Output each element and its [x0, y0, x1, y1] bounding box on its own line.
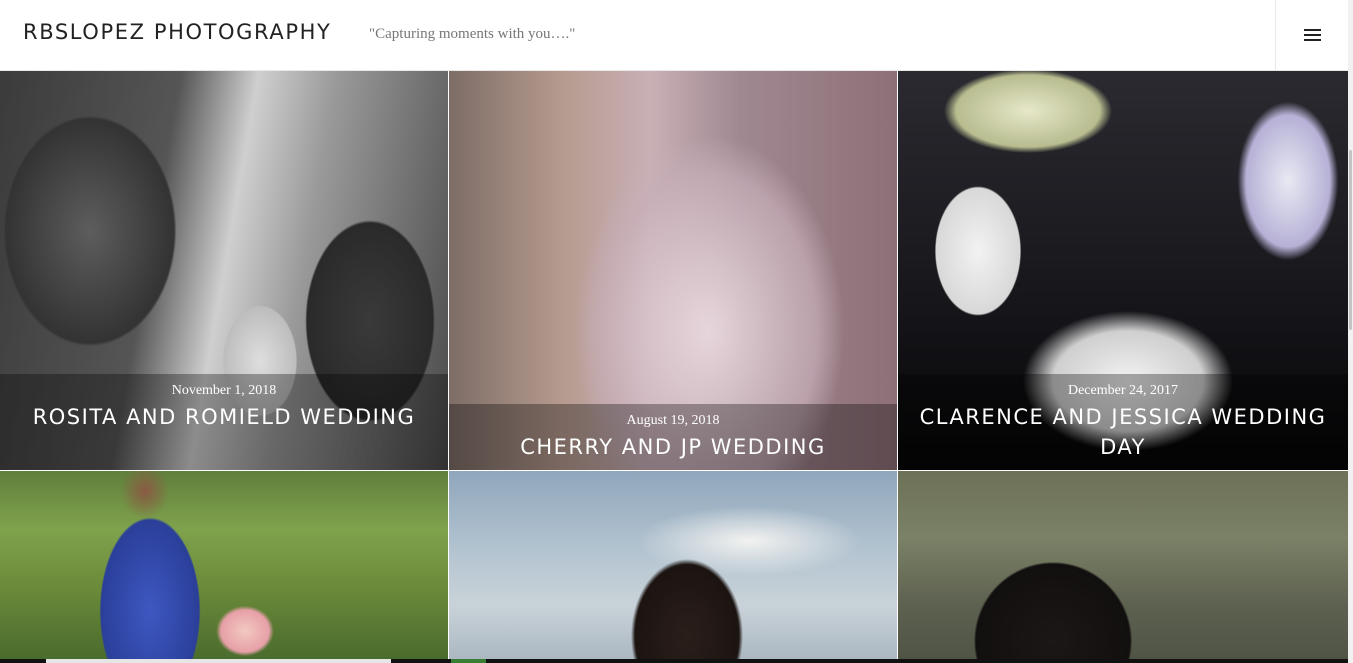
post-tile-rosita-romield[interactable]: November 1, 2018 ROSITA AND ROMIELD WEDD… — [0, 71, 448, 470]
post-tile-6[interactable] — [898, 471, 1348, 663]
menu-button[interactable] — [1275, 0, 1348, 70]
site-title[interactable]: RBSLOPEZ PHOTOGRAPHY — [23, 20, 331, 44]
scrollbar-thumb[interactable] — [1349, 150, 1352, 330]
post-title[interactable]: ROSITA AND ROMIELD WEDDING — [0, 400, 448, 438]
post-date: August 19, 2018 — [626, 413, 720, 428]
post-thumbnail — [449, 471, 897, 663]
post-thumbnail — [0, 471, 448, 663]
post-caption: November 1, 2018 ROSITA AND ROMIELD WEDD… — [0, 374, 448, 470]
post-date: November 1, 2018 — [171, 383, 277, 398]
hamburger-menu-icon — [1303, 28, 1321, 42]
post-tile-clarence-jessica[interactable]: December 24, 2017 CLARENCE AND JESSICA W… — [898, 71, 1348, 470]
post-tile-cherry-jp[interactable]: August 19, 2018 CHERRY AND JP WEDDING — [449, 71, 897, 470]
post-tile-4[interactable] — [0, 471, 448, 663]
post-title[interactable]: CHERRY AND JP WEDDING — [449, 430, 897, 468]
post-date: December 24, 2017 — [1067, 383, 1179, 398]
site-tagline: "Capturing moments with you…." — [369, 26, 576, 42]
post-tile-5[interactable] — [449, 471, 897, 663]
site-header: RBSLOPEZ PHOTOGRAPHY "Capturing moments … — [0, 0, 1353, 71]
post-caption: August 19, 2018 CHERRY AND JP WEDDING — [449, 404, 897, 470]
post-caption: December 24, 2017 CLARENCE AND JESSICA W… — [898, 374, 1348, 470]
post-title[interactable]: CLARENCE AND JESSICA WEDDING DAY — [898, 400, 1348, 468]
page-scrollbar[interactable] — [1348, 0, 1353, 663]
post-thumbnail — [898, 471, 1348, 663]
bottom-edge — [0, 659, 1348, 663]
